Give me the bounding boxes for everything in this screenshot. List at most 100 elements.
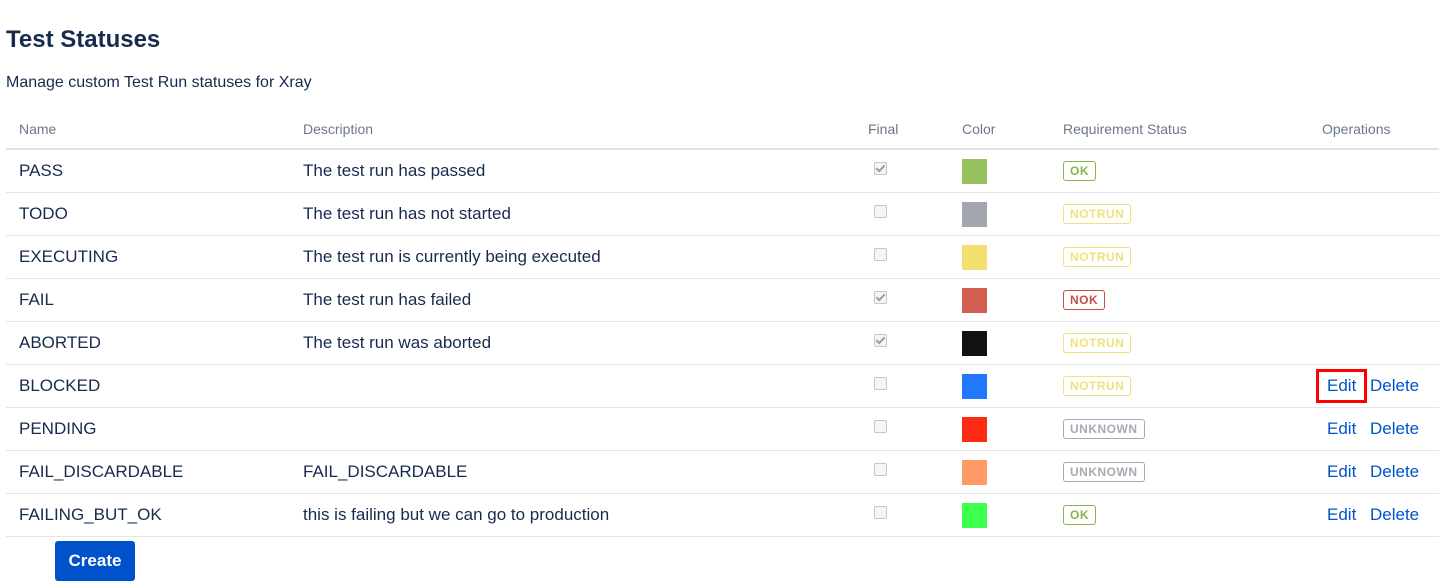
status-name: PENDING [19, 419, 97, 438]
color-swatch [962, 244, 987, 270]
header-final: Final [868, 121, 899, 137]
table-row: ABORTED The test run was aborted NOTRUN [6, 322, 1439, 365]
table-header-row: Name Description Final Color Requirement… [6, 110, 1439, 150]
color-swatch [962, 502, 987, 528]
requirement-status-badge: UNKNOWN [1063, 462, 1145, 482]
status-description: The test run has failed [303, 290, 472, 309]
color-swatch [962, 287, 987, 313]
color-swatch [962, 459, 987, 485]
final-checkbox [874, 333, 887, 347]
status-name: BLOCKED [19, 376, 101, 395]
color-cell [962, 236, 987, 278]
requirement-status-badge: NOTRUN [1063, 333, 1132, 353]
final-checkbox [874, 204, 887, 218]
color-cell [962, 408, 987, 450]
final-cell [874, 236, 887, 278]
delete-cell: Delete [1370, 494, 1419, 536]
delete-link[interactable]: Delete [1370, 419, 1419, 439]
header-requirement-status: Requirement Status [1063, 121, 1187, 137]
status-description: FAIL_DISCARDABLE [303, 462, 468, 481]
final-checkbox [874, 247, 887, 261]
table-row: PENDING UNKNOWN Edit Delete [6, 408, 1439, 451]
status-name: FAIL [19, 290, 54, 309]
final-cell [874, 193, 887, 235]
table-row: EXECUTING The test run is currently being… [6, 236, 1439, 279]
requirement-status-badge: OK [1063, 161, 1096, 181]
requirement-cell: OK [1063, 150, 1096, 192]
table-row: FAILING_BUT_OK this is failing but we can… [6, 494, 1439, 537]
edit-link[interactable]: Edit [1327, 376, 1356, 395]
requirement-status-badge: UNKNOWN [1063, 419, 1145, 439]
final-checkbox [874, 505, 887, 519]
edit-cell: Edit [1316, 365, 1368, 407]
edit-link[interactable]: Edit [1327, 505, 1356, 524]
page-description: Manage custom Test Run statuses for Xray [6, 74, 312, 91]
edit-link[interactable]: Edit [1327, 462, 1356, 481]
status-description: The test run has passed [303, 161, 486, 180]
status-name: FAILING_BUT_OK [19, 505, 162, 524]
status-description: this is failing but we can go to product… [303, 505, 610, 524]
requirement-cell: NOTRUN [1063, 236, 1132, 278]
color-cell [962, 279, 987, 321]
color-swatch [962, 158, 987, 184]
status-name: ABORTED [19, 333, 101, 352]
requirement-status-badge: NOK [1063, 290, 1106, 310]
header-operations: Operations [1322, 121, 1391, 137]
page-title: Test Statuses [6, 26, 161, 53]
header-name: Name [19, 121, 57, 137]
delete-cell: Delete [1370, 365, 1419, 407]
color-swatch [962, 330, 987, 356]
highlight-box: Edit [1316, 369, 1368, 403]
color-cell [962, 494, 987, 536]
color-swatch [962, 416, 987, 442]
final-cell [874, 279, 887, 321]
final-cell [874, 451, 887, 493]
delete-link[interactable]: Delete [1370, 505, 1419, 525]
edit-cell: Edit [1316, 494, 1367, 536]
edit-wrapper: Edit [1316, 498, 1367, 532]
requirement-cell: NOTRUN [1063, 322, 1132, 364]
requirement-cell: OK [1063, 494, 1096, 536]
status-name: EXECUTING [19, 247, 119, 266]
status-description: The test run was aborted [303, 333, 492, 352]
table-row: BLOCKED NOTRUN Edit Delete [6, 365, 1439, 408]
requirement-status-badge: NOTRUN [1063, 247, 1132, 267]
table-row: FAIL The test run has failed NOK [6, 279, 1439, 322]
requirement-status-badge: OK [1063, 505, 1096, 525]
statuses-table: Name Description Final Color Requirement… [6, 110, 1439, 537]
final-cell [874, 150, 887, 192]
edit-cell: Edit [1316, 408, 1367, 450]
requirement-cell: UNKNOWN [1063, 408, 1145, 450]
edit-wrapper: Edit [1316, 455, 1367, 489]
delete-cell: Delete [1370, 408, 1419, 450]
delete-link[interactable]: Delete [1370, 376, 1419, 396]
table-row: TODO The test run has not started NOTRUN [6, 193, 1439, 236]
final-cell [874, 365, 887, 407]
status-description: The test run has not started [303, 204, 511, 223]
final-cell [874, 494, 887, 536]
edit-wrapper: Edit [1316, 412, 1367, 446]
color-cell [962, 365, 987, 407]
color-cell [962, 150, 987, 192]
color-swatch [962, 373, 987, 399]
status-description: The test run is currently being executed [303, 247, 601, 266]
edit-link[interactable]: Edit [1327, 419, 1356, 438]
color-cell [962, 451, 987, 493]
status-name: FAIL_DISCARDABLE [19, 462, 184, 481]
table-row: FAIL_DISCARDABLE FAIL_DISCARDABLE UNKNOWN E… [6, 451, 1439, 494]
status-name: TODO [19, 204, 68, 223]
delete-cell: Delete [1370, 451, 1419, 493]
delete-link[interactable]: Delete [1370, 462, 1419, 482]
final-cell [874, 408, 887, 450]
edit-cell: Edit [1316, 451, 1367, 493]
requirement-cell: NOTRUN [1063, 365, 1132, 407]
requirement-cell: NOK [1063, 279, 1106, 321]
final-checkbox [874, 161, 887, 175]
header-color: Color [962, 121, 996, 137]
status-name: PASS [19, 161, 64, 180]
color-cell [962, 193, 987, 235]
color-cell [962, 322, 987, 364]
create-button[interactable]: Create [55, 541, 135, 581]
color-swatch [962, 201, 987, 227]
final-cell [874, 322, 887, 364]
